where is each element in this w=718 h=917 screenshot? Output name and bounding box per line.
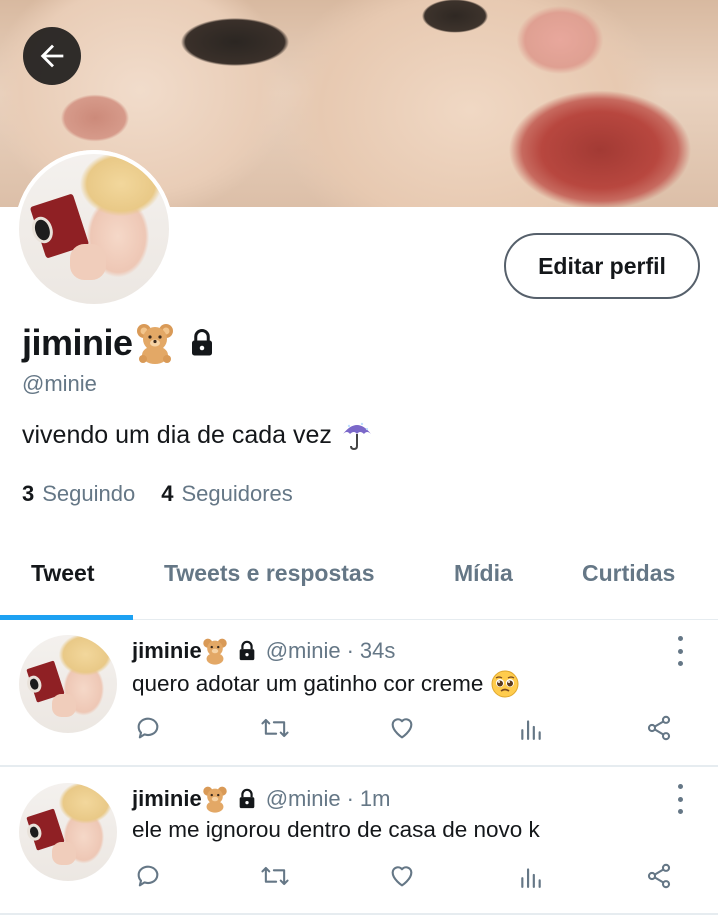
profile-handle: @minie xyxy=(22,371,97,396)
separator-dot: · xyxy=(346,786,354,811)
tweet-header: jiminie @minie · 1m xyxy=(132,785,390,813)
tweet-text-content: quero adotar um gatinho cor creme xyxy=(132,671,484,696)
reply-icon xyxy=(137,717,159,739)
tab-media[interactable]: Mídia xyxy=(454,560,513,587)
analytics-button[interactable] xyxy=(511,708,551,748)
like-button[interactable] xyxy=(382,708,422,748)
tweet-actions xyxy=(0,856,718,896)
profile-tabs: Tweet Tweets e respostas Mídia Curtidas xyxy=(0,545,718,620)
lock-icon xyxy=(191,329,212,356)
tweet-timestamp[interactable]: 1m xyxy=(360,786,391,812)
pleading-face-icon xyxy=(491,670,519,698)
lock-icon xyxy=(239,640,255,661)
follow-stats: 3 Seguindo 4 Seguidores xyxy=(22,481,293,507)
profile-name-row: jiminie xyxy=(22,322,217,364)
edit-profile-button[interactable]: Editar perfil xyxy=(504,233,700,299)
profile-name: jiminie xyxy=(22,322,133,363)
tweet-author-handle: @minie xyxy=(265,638,341,663)
following-label[interactable]: Seguindo xyxy=(42,481,135,507)
avatar-photo xyxy=(15,150,173,308)
share-icon xyxy=(647,863,671,889)
teddy-bear-icon xyxy=(136,324,173,364)
following-count[interactable]: 3 xyxy=(22,481,34,507)
tweet-divider xyxy=(0,765,718,767)
tweet-author-name[interactable]: jiminie xyxy=(132,786,202,812)
heart-icon xyxy=(391,866,413,887)
analytics-icon xyxy=(521,720,541,740)
tweet-timestamp[interactable]: 34s xyxy=(360,638,395,664)
share-icon xyxy=(647,715,671,741)
tweet-author-handle: @minie xyxy=(265,786,341,811)
analytics-button[interactable] xyxy=(511,856,551,896)
tweet-actions xyxy=(0,708,718,748)
share-button[interactable] xyxy=(639,708,679,748)
reply-icon xyxy=(137,865,159,887)
back-button[interactable] xyxy=(23,27,81,85)
umbrella-icon xyxy=(342,422,371,451)
reply-button[interactable] xyxy=(128,856,168,896)
retweet-icon xyxy=(261,718,289,738)
separator-dot: · xyxy=(346,638,354,663)
teddy-bear-icon xyxy=(202,786,227,813)
tab-tweets-and-replies[interactable]: Tweets e respostas xyxy=(164,560,375,587)
tweet-text-content: ele me ignorou dentro de casa de novo k xyxy=(132,817,540,842)
tab-likes[interactable]: Curtidas xyxy=(582,560,675,587)
profile-avatar[interactable] xyxy=(15,150,173,308)
profile-bio: vivendo um dia de cada vez xyxy=(22,418,374,452)
analytics-icon xyxy=(521,868,541,888)
tweet-more-button[interactable] xyxy=(672,636,688,666)
share-button[interactable] xyxy=(639,856,679,896)
retweet-button[interactable] xyxy=(255,708,295,748)
retweet-button[interactable] xyxy=(255,856,295,896)
teddy-bear-icon xyxy=(202,638,227,665)
tweet-author-name[interactable]: jiminie xyxy=(132,638,202,664)
tweet-divider xyxy=(0,913,718,915)
tweet-text: quero adotar um gatinho cor creme xyxy=(132,669,520,699)
tweet-more-button[interactable] xyxy=(672,784,688,814)
lock-icon xyxy=(239,788,255,809)
avatar-detail xyxy=(70,244,106,280)
tweet-text: ele me ignorou dentro de casa de novo k xyxy=(132,817,540,843)
tweet-item[interactable]: jiminie @minie · 1m ele me ignorou dentr… xyxy=(0,768,718,915)
bio-text: vivendo um dia de cada vez xyxy=(22,420,332,449)
retweet-icon xyxy=(261,866,289,886)
followers-label[interactable]: Seguidores xyxy=(181,481,292,507)
tweet-item[interactable]: jiminie @minie · 34s quero adotar um gat… xyxy=(0,620,718,767)
reply-button[interactable] xyxy=(128,708,168,748)
tab-tweets[interactable]: Tweet xyxy=(31,560,94,587)
followers-count[interactable]: 4 xyxy=(161,481,173,507)
heart-icon xyxy=(391,718,413,739)
tweet-header: jiminie @minie · 34s xyxy=(132,637,395,665)
arrow-left-icon xyxy=(40,44,64,68)
like-button[interactable] xyxy=(382,856,422,896)
